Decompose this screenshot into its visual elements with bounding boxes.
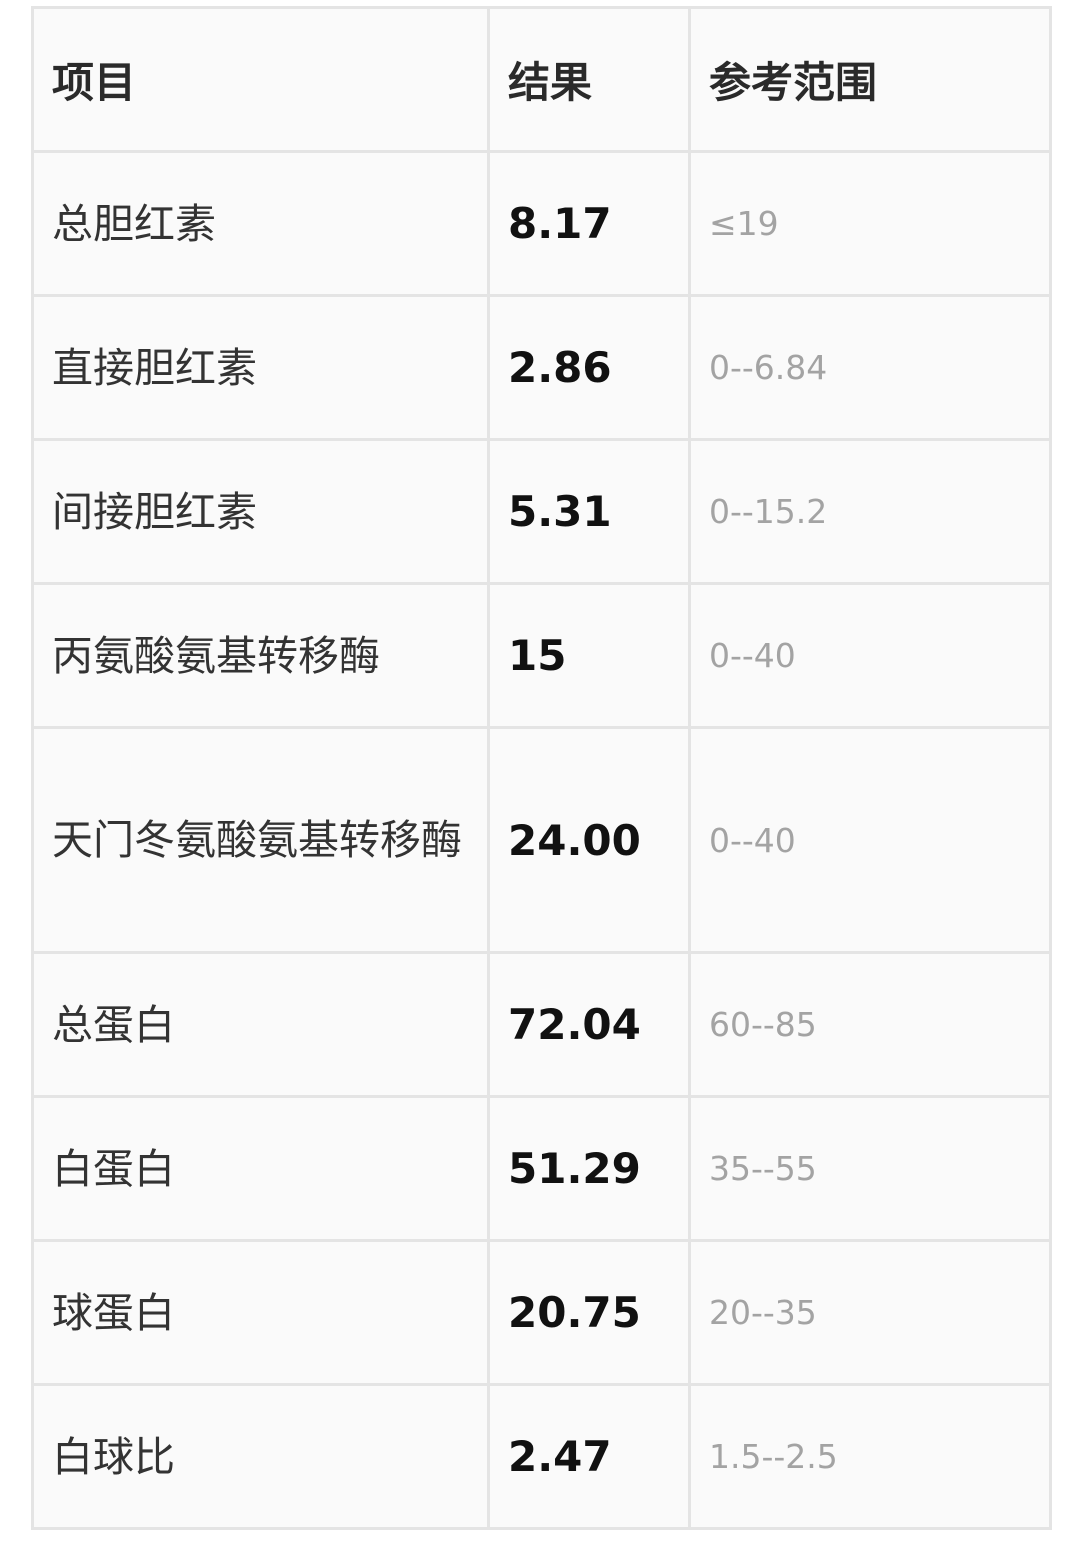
reference-range: ≤19	[688, 150, 1052, 297]
header-result: 结果	[487, 6, 691, 153]
result-value: 5.31	[487, 438, 691, 585]
reference-range: 1.5--2.5	[688, 1383, 1052, 1530]
reference-range: 0--6.84	[688, 294, 1052, 441]
result-value: 8.17	[487, 150, 691, 297]
item-name: 间接胆红素	[31, 438, 490, 585]
header-item: 项目	[31, 6, 490, 153]
table-row: 白蛋白 51.29 35--55	[31, 1095, 1052, 1242]
table-row: 总蛋白 72.04 60--85	[31, 951, 1052, 1098]
table-row: 间接胆红素 5.31 0--15.2	[31, 438, 1052, 585]
item-name: 白蛋白	[31, 1095, 490, 1242]
result-value: 2.47	[487, 1383, 691, 1530]
item-name: 总胆红素	[31, 150, 490, 297]
item-name: 球蛋白	[31, 1239, 490, 1386]
table-row: 球蛋白 20.75 20--35	[31, 1239, 1052, 1386]
table-row: 总胆红素 8.17 ≤19	[31, 150, 1052, 297]
reference-range: 0--40	[688, 582, 1052, 729]
result-value: 24.00	[487, 726, 691, 954]
table-row: 天门冬氨酸氨基转移酶 24.00 0--40	[31, 726, 1052, 954]
result-value: 51.29	[487, 1095, 691, 1242]
result-value: 72.04	[487, 951, 691, 1098]
item-name: 天门冬氨酸氨基转移酶	[31, 726, 490, 954]
header-reference-range: 参考范围	[688, 6, 1052, 153]
reference-range: 20--35	[688, 1239, 1052, 1386]
item-name: 总蛋白	[31, 951, 490, 1098]
result-value: 2.86	[487, 294, 691, 441]
table-row: 直接胆红素 2.86 0--6.84	[31, 294, 1052, 441]
table-row: 白球比 2.47 1.5--2.5	[31, 1383, 1052, 1530]
table-header-row: 项目 结果 参考范围	[31, 6, 1052, 153]
reference-range: 60--85	[688, 951, 1052, 1098]
reference-range: 0--15.2	[688, 438, 1052, 585]
item-name: 白球比	[31, 1383, 490, 1530]
reference-range: 0--40	[688, 726, 1052, 954]
item-name: 直接胆红素	[31, 294, 490, 441]
result-value: 15	[487, 582, 691, 729]
table-row: 丙氨酸氨基转移酶 15 0--40	[31, 582, 1052, 729]
result-value: 20.75	[487, 1239, 691, 1386]
reference-range: 35--55	[688, 1095, 1052, 1242]
item-name: 丙氨酸氨基转移酶	[31, 582, 490, 729]
lab-results-table: 项目 结果 参考范围 总胆红素 8.17 ≤19 直接胆红素 2.86 0--6…	[31, 6, 1052, 1530]
